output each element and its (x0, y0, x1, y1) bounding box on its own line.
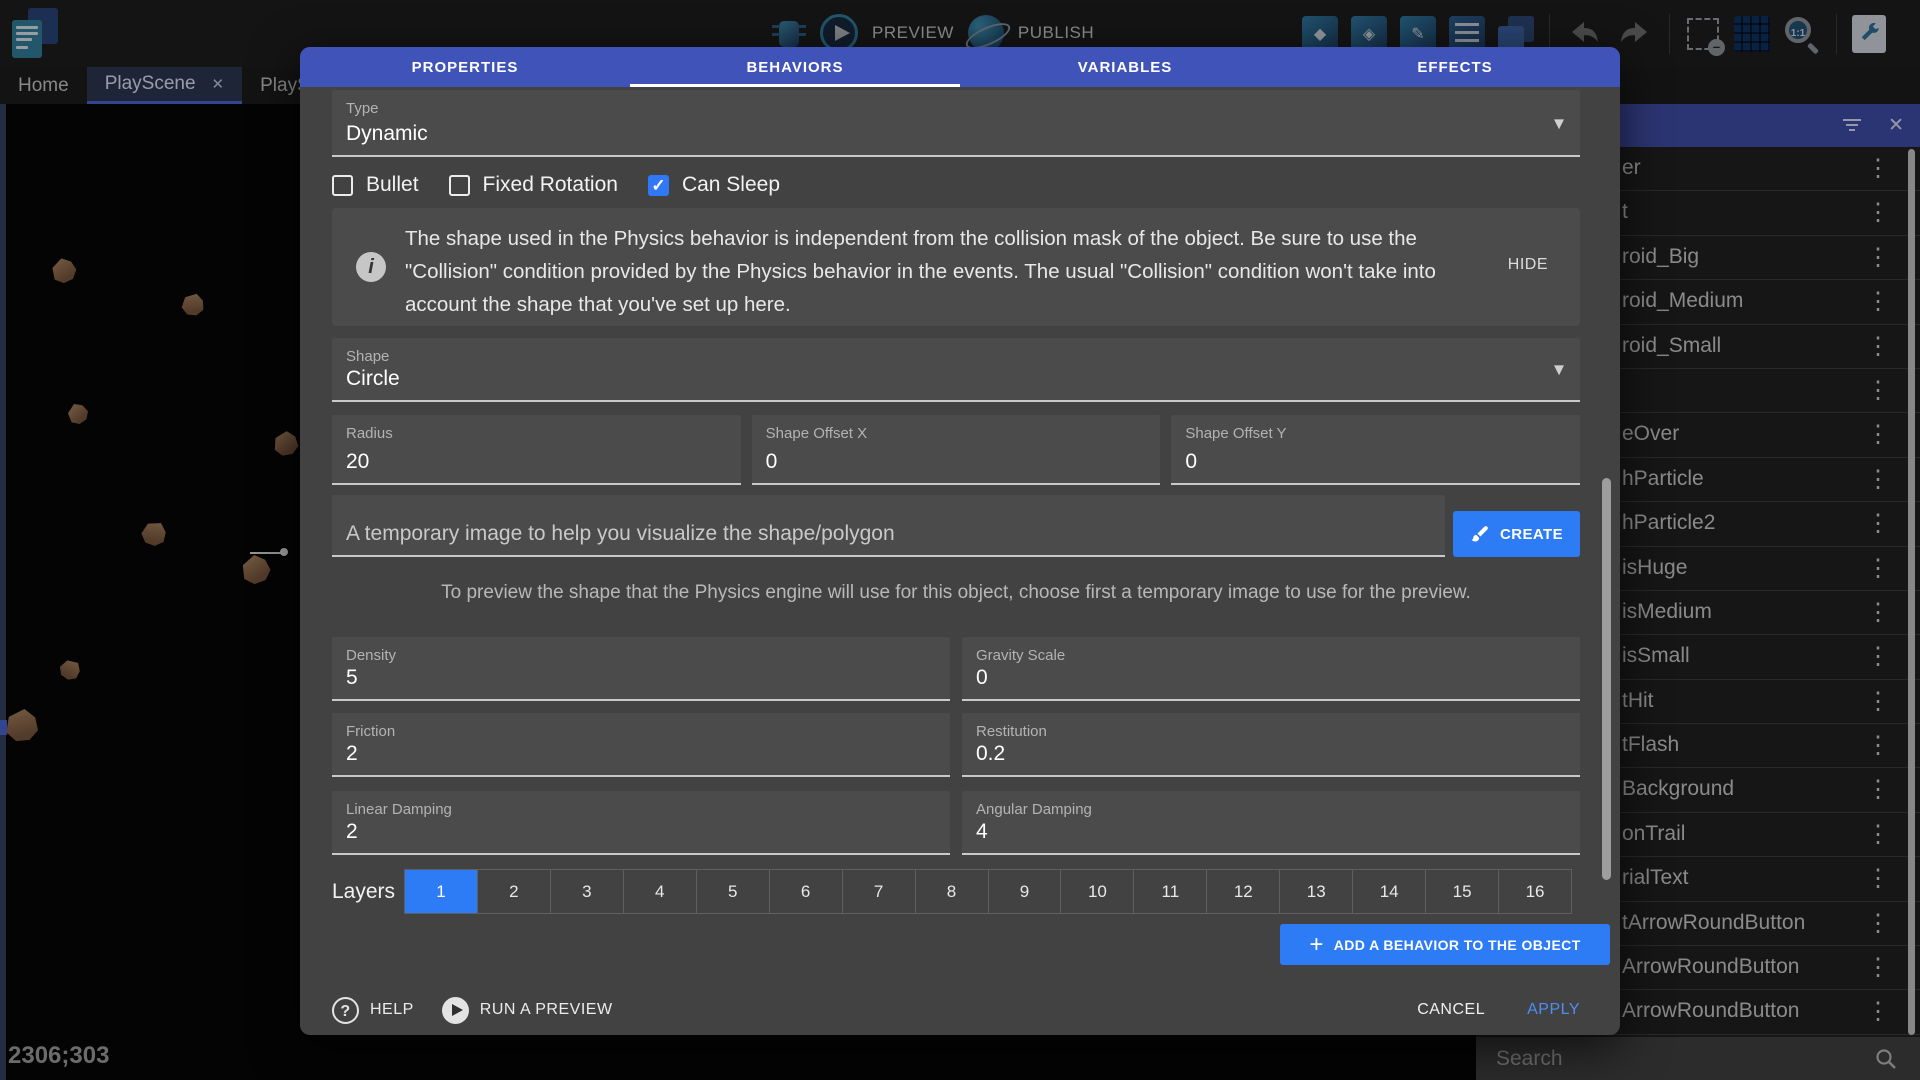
create-button-label: CREATE (1500, 526, 1563, 543)
radius-field[interactable]: Radius 20 (332, 415, 741, 485)
help-icon: ? (332, 997, 359, 1024)
tab-effects[interactable]: EFFECTS (1290, 47, 1620, 87)
help-label: HELP (370, 1001, 414, 1019)
field-value: 5 (346, 666, 358, 690)
shape-offset-x-field[interactable]: Shape Offset X 0 (752, 415, 1161, 485)
layer-option-7[interactable]: 7 (842, 870, 915, 913)
layer-option-2[interactable]: 2 (477, 870, 550, 913)
temp-image-field[interactable]: A temporary image to help you visualize … (332, 495, 1445, 557)
layer-option-13[interactable]: 13 (1279, 870, 1352, 913)
field-label: Restitution (976, 723, 1047, 740)
checkbox-label: Bullet (366, 173, 419, 197)
checkbox-row: Bullet Fixed Rotation Can Sleep (332, 171, 780, 199)
app-window: PREVIEW PUBLISH ◆ ◈ ✎ 1:1 Home PlaySc (0, 0, 1920, 1080)
field-value: 2 (346, 742, 358, 766)
field-value: 0.2 (976, 742, 1005, 766)
physics-behavior-dialog: PROPERTIES BEHAVIORS VARIABLES EFFECTS T… (300, 47, 1620, 1035)
field-label: Density (346, 647, 396, 664)
field-value: Circle (346, 367, 400, 391)
dialog-scrollbar[interactable] (1602, 478, 1611, 880)
shape-params-row: Radius 20 Shape Offset X 0 Shape Offset … (332, 415, 1580, 485)
layer-option-8[interactable]: 8 (915, 870, 988, 913)
field-label: Radius (346, 425, 393, 442)
field-label: Shape (346, 348, 389, 365)
bullet-checkbox[interactable]: Bullet (332, 173, 419, 197)
info-text: The shape used in the Physics behavior i… (405, 222, 1475, 321)
info-banner: i The shape used in the Physics behavior… (332, 208, 1580, 326)
checkbox-label: Can Sleep (682, 173, 780, 197)
run-preview-label: RUN A PREVIEW (480, 1001, 613, 1019)
layer-option-1[interactable]: 1 (405, 870, 477, 913)
fixed-rotation-checkbox[interactable]: Fixed Rotation (449, 173, 618, 197)
checkbox-label: Fixed Rotation (483, 173, 618, 197)
checkbox-unchecked-icon[interactable] (449, 175, 470, 196)
density-field[interactable]: Density 5 (332, 637, 950, 701)
layer-option-9[interactable]: 9 (988, 870, 1061, 913)
checkbox-checked-icon[interactable] (648, 175, 669, 196)
checkbox-unchecked-icon[interactable] (332, 175, 353, 196)
chevron-down-icon (1554, 357, 1564, 382)
field-label: Type (346, 100, 379, 117)
friction-row: Friction 2 Restitution 0.2 (332, 713, 1580, 777)
tab-variables[interactable]: VARIABLES (960, 47, 1290, 87)
layer-option-14[interactable]: 14 (1352, 870, 1425, 913)
field-placeholder: A temporary image to help you visualize … (346, 522, 895, 546)
layer-option-15[interactable]: 15 (1425, 870, 1498, 913)
layer-option-12[interactable]: 12 (1206, 870, 1279, 913)
info-icon: i (356, 252, 386, 282)
linear-damping-field[interactable]: Linear Damping 2 (332, 791, 950, 855)
field-label: Linear Damping (346, 801, 452, 818)
field-value: 0 (766, 450, 778, 474)
field-label: Gravity Scale (976, 647, 1065, 664)
chevron-down-icon (1554, 110, 1564, 135)
friction-field[interactable]: Friction 2 (332, 713, 950, 777)
shape-offset-y-field[interactable]: Shape Offset Y 0 (1171, 415, 1580, 485)
add-behavior-button[interactable]: + ADD A BEHAVIOR TO THE OBJECT (1280, 924, 1610, 965)
field-label: Shape Offset Y (1185, 425, 1286, 442)
layer-option-16[interactable]: 16 (1498, 870, 1571, 913)
field-value: Dynamic (346, 122, 428, 146)
brush-icon (1470, 524, 1490, 544)
layers-row: Layers 12345678910111213141516 (332, 869, 1580, 914)
layer-option-5[interactable]: 5 (696, 870, 769, 913)
field-value: 4 (976, 820, 988, 844)
dialog-tabbar: PROPERTIES BEHAVIORS VARIABLES EFFECTS (300, 47, 1620, 87)
create-button[interactable]: CREATE (1453, 511, 1580, 557)
field-value: 0 (976, 666, 988, 690)
field-label: Friction (346, 723, 395, 740)
dialog-footer: ? HELP RUN A PREVIEW CANCEL APPLY (300, 985, 1620, 1035)
hide-button[interactable]: HIDE (1508, 256, 1548, 274)
add-behavior-label: ADD A BEHAVIOR TO THE OBJECT (1334, 937, 1581, 953)
help-button[interactable]: ? HELP (332, 997, 414, 1024)
layer-option-6[interactable]: 6 (769, 870, 842, 913)
cancel-button[interactable]: CANCEL (1417, 1001, 1485, 1019)
run-preview-button[interactable]: RUN A PREVIEW (442, 997, 613, 1024)
layer-option-4[interactable]: 4 (623, 870, 696, 913)
gravity-scale-field[interactable]: Gravity Scale 0 (962, 637, 1580, 701)
field-value: 20 (346, 450, 369, 474)
preview-hint-text: To preview the shape that the Physics en… (332, 582, 1580, 604)
shape-select[interactable]: Shape Circle (332, 338, 1580, 402)
layer-option-10[interactable]: 10 (1060, 870, 1133, 913)
apply-button[interactable]: APPLY (1527, 1001, 1580, 1019)
layer-option-3[interactable]: 3 (550, 870, 623, 913)
layers-options: 12345678910111213141516 (404, 869, 1572, 914)
temp-image-row: A temporary image to help you visualize … (332, 495, 1580, 559)
field-label: Shape Offset X (766, 425, 867, 442)
tab-properties[interactable]: PROPERTIES (300, 47, 630, 87)
type-select[interactable]: Type Dynamic (332, 90, 1580, 157)
field-label: Angular Damping (976, 801, 1092, 818)
layer-option-11[interactable]: 11 (1133, 870, 1206, 913)
play-icon (442, 997, 469, 1024)
angular-damping-field[interactable]: Angular Damping 4 (962, 791, 1580, 855)
field-value: 2 (346, 820, 358, 844)
tab-behaviors[interactable]: BEHAVIORS (630, 47, 960, 87)
layers-label: Layers (332, 880, 404, 904)
field-value: 0 (1185, 450, 1197, 474)
damping-row: Linear Damping 2 Angular Damping 4 (332, 791, 1580, 855)
plus-icon: + (1309, 935, 1323, 955)
density-row: Density 5 Gravity Scale 0 (332, 637, 1580, 701)
can-sleep-checkbox[interactable]: Can Sleep (648, 173, 780, 197)
restitution-field[interactable]: Restitution 0.2 (962, 713, 1580, 777)
